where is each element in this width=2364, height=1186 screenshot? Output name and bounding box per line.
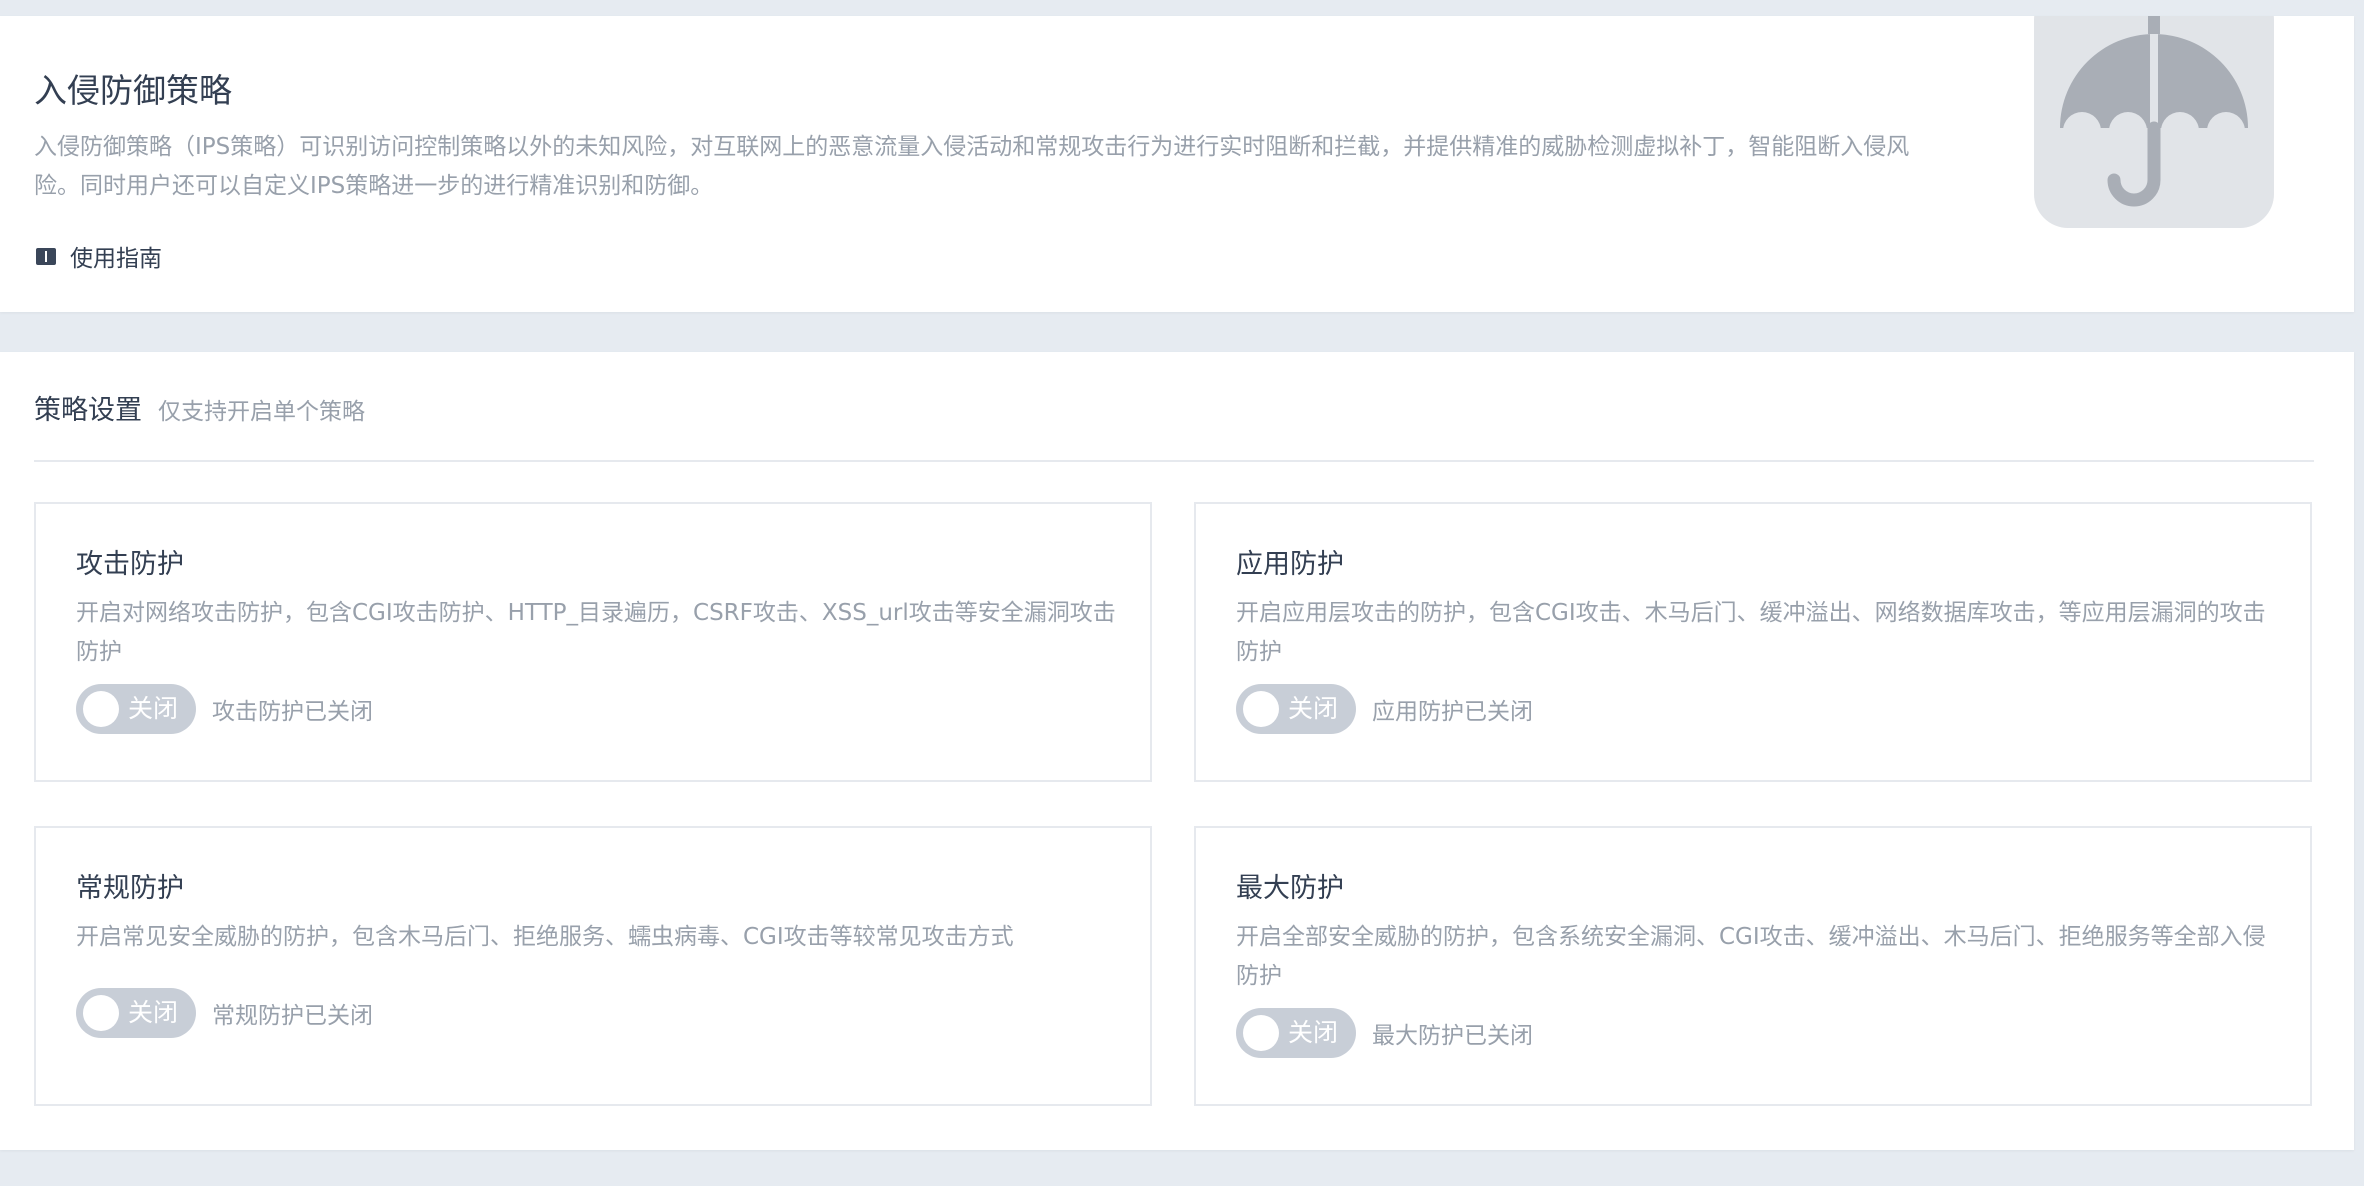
toggle-knob [1243,691,1279,727]
user-guide-link[interactable]: 使用指南 [36,236,162,276]
normal-protection-toggle[interactable]: 关闭 [76,988,196,1038]
policy-toggle-row: 关闭 攻击防护已关闭 [76,684,373,734]
policy-card-attack: 攻击防护 开启对网络攻击防护，包含CGI攻击防护、HTTP_目录遍历，CSRF攻… [34,502,1152,782]
settings-header: 策略设置 仅支持开启单个策略 [34,388,365,428]
policy-status: 应用防护已关闭 [1372,699,1533,725]
page-title: 入侵防御策略 [34,71,232,110]
policy-description: 开启对网络攻击防护，包含CGI攻击防护、HTTP_目录遍历，CSRF攻击、XSS… [76,600,1116,665]
maximum-protection-toggle[interactable]: 关闭 [1236,1008,1356,1058]
book-icon [36,247,56,265]
policy-title: 攻击防护 [76,549,184,580]
divider [34,460,2314,462]
settings-title: 策略设置 [34,395,142,426]
policy-title: 应用防护 [1236,549,1344,580]
user-guide-label: 使用指南 [70,246,162,272]
toggle-knob [83,995,119,1031]
policy-card-application: 应用防护 开启应用层攻击的防护，包含CGI攻击、木马后门、缓冲溢出、网络数据库攻… [1194,502,2312,782]
policy-status: 常规防护已关闭 [212,1003,373,1029]
intro-description: 入侵防御策略（IPS策略）可识别访问控制策略以外的未知风险，对互联网上的恶意流量… [34,134,1910,199]
policy-toggle-row: 关闭 常规防护已关闭 [76,988,373,1038]
settings-hint: 仅支持开启单个策略 [158,399,365,425]
policy-settings-card: 策略设置 仅支持开启单个策略 攻击防护 开启对网络攻击防护，包含CGI攻击防护、… [0,352,2354,1150]
policy-toggle-row: 关闭 最大防护已关闭 [1236,1008,1533,1058]
policy-toggle-row: 关闭 应用防护已关闭 [1236,684,1533,734]
toggle-label: 关闭 [128,998,179,1027]
toggle-label: 关闭 [128,694,179,723]
toggle-knob [1243,1015,1279,1051]
toggle-label: 关闭 [1288,694,1339,723]
policy-title: 常规防护 [76,873,184,904]
policy-description: 开启应用层攻击的防护，包含CGI攻击、木马后门、缓冲溢出、网络数据库攻击，等应用… [1236,600,2266,665]
application-protection-toggle[interactable]: 关闭 [1236,684,1356,734]
attack-protection-toggle[interactable]: 关闭 [76,684,196,734]
policy-description: 开启全部安全威胁的防护，包含系统安全漏洞、CGI攻击、缓冲溢出、木马后门、拒绝服… [1236,924,2266,989]
toggle-knob [83,691,119,727]
umbrella-icon [2034,16,2274,228]
policy-card-normal: 常规防护 开启常见安全威胁的防护，包含木马后门、拒绝服务、蠕虫病毒、CGI攻击等… [34,826,1152,1106]
policy-card-maximum: 最大防护 开启全部安全威胁的防护，包含系统安全漏洞、CGI攻击、缓冲溢出、木马后… [1194,826,2312,1106]
policy-status: 最大防护已关闭 [1372,1023,1533,1049]
toggle-label: 关闭 [1288,1018,1339,1047]
policy-title: 最大防护 [1236,873,1344,904]
intro-card: 入侵防御策略 入侵防御策略（IPS策略）可识别访问控制策略以外的未知风险，对互联… [0,16,2354,312]
policy-status: 攻击防护已关闭 [212,699,373,725]
policy-description: 开启常见安全威胁的防护，包含木马后门、拒绝服务、蠕虫病毒、CGI攻击等较常见攻击… [76,924,1014,950]
